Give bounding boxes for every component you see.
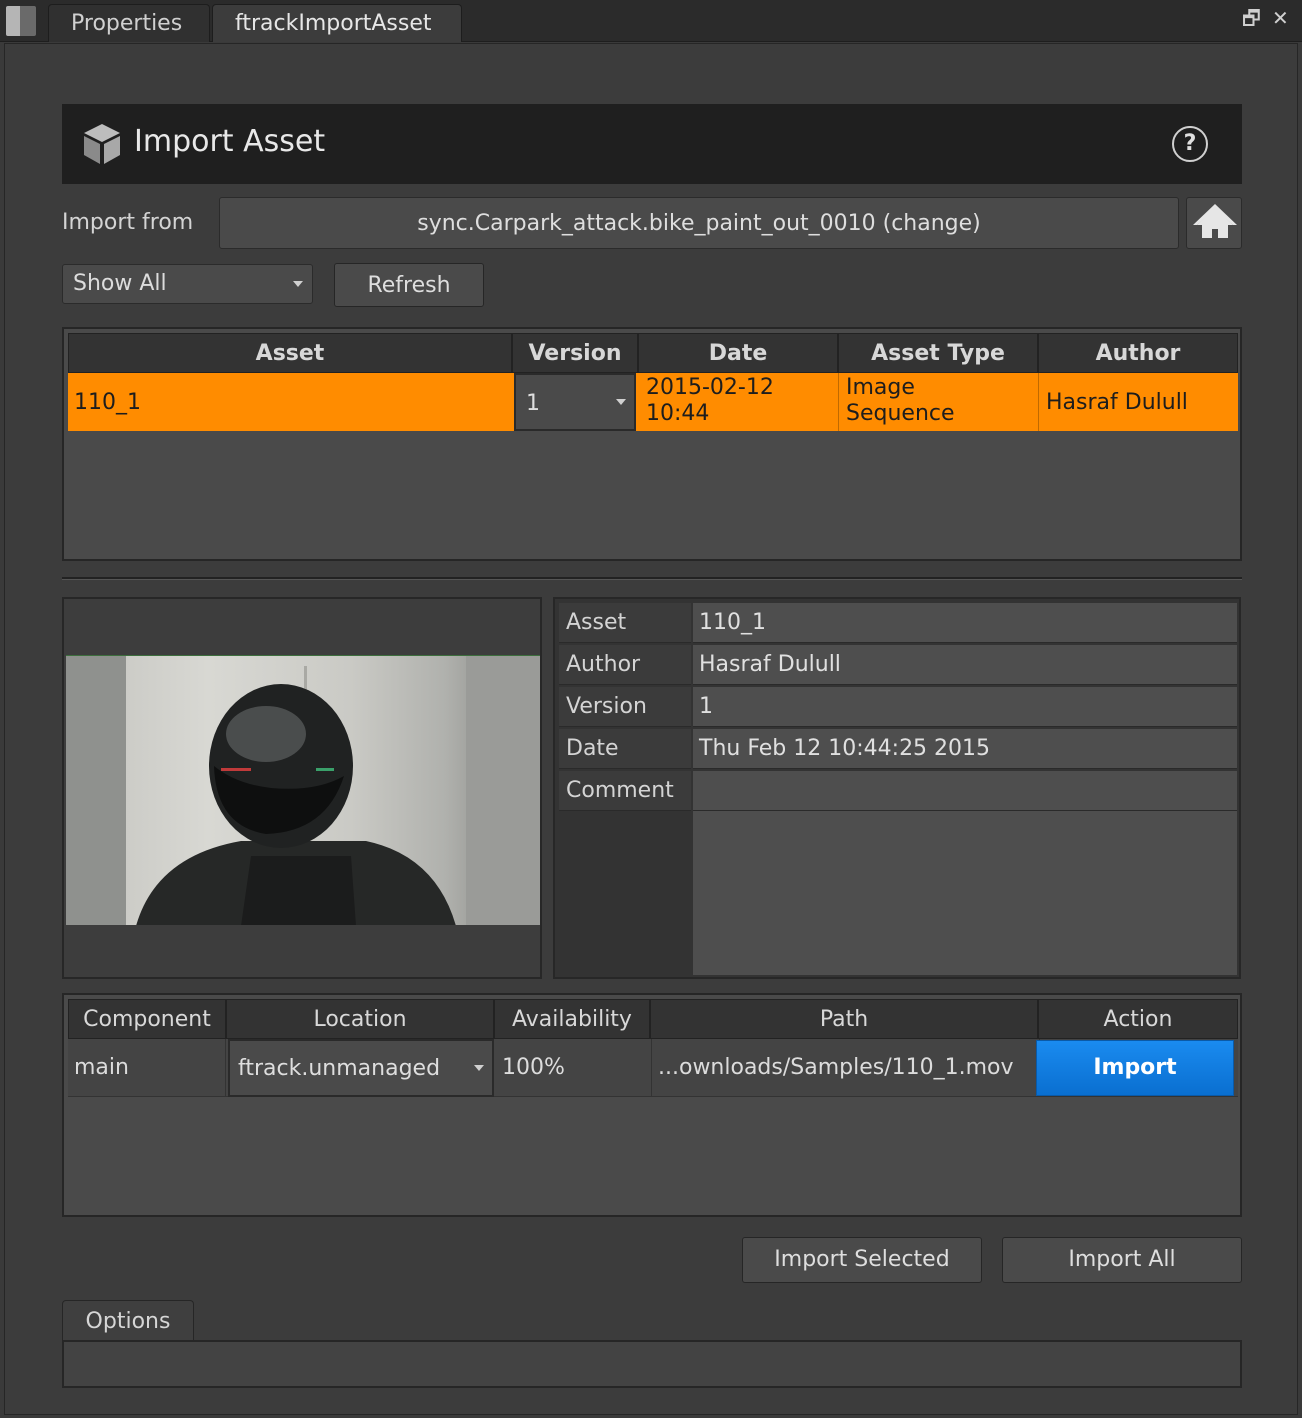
column-header-location[interactable]: Location	[226, 999, 494, 1039]
version-selected-value: 1	[526, 391, 540, 416]
column-header-asset[interactable]: Asset	[68, 333, 512, 373]
filter-selected-value: Show All	[73, 271, 167, 296]
component-name-cell: main	[68, 1039, 226, 1097]
tab-strip: Properties ftrackImportAsset 🗗 ✕	[0, 0, 1302, 42]
date-cell-line2: 10:44	[646, 401, 710, 426]
location-selected-value: ftrack.unmanaged	[238, 1056, 441, 1081]
column-header-path[interactable]: Path	[650, 999, 1038, 1039]
comment-text-area	[693, 811, 1237, 975]
close-icon[interactable]: ✕	[1272, 6, 1289, 30]
tab-properties[interactable]: Properties	[48, 4, 210, 42]
ftrack-logo-icon	[84, 124, 120, 164]
info-value-comment	[693, 771, 1237, 811]
thumbnail-preview-box	[62, 597, 542, 979]
home-button[interactable]	[1186, 197, 1242, 249]
cell-divider	[838, 373, 839, 431]
component-table: Component Location Availability Path Act…	[62, 993, 1242, 1217]
table-row[interactable]: 110_1 1 2015-02-12 10:44 Image Sequence …	[68, 373, 1238, 431]
column-header-author[interactable]: Author	[1038, 333, 1238, 373]
info-value-asset: 110_1	[693, 603, 1237, 643]
info-label-date: Date	[559, 729, 691, 769]
options-panel	[62, 1340, 1242, 1388]
path-cell: ...ownloads/Samples/110_1.mov	[652, 1039, 1040, 1097]
asset-table: Asset Version Date Asset Type Author 110…	[62, 327, 1242, 561]
column-header-version[interactable]: Version	[512, 333, 638, 373]
refresh-button[interactable]: Refresh	[334, 263, 484, 307]
float-window-icon[interactable]: 🗗	[1242, 6, 1261, 30]
asset-info-panel: Asset 110_1 Author Hasraf Dulull Version…	[553, 597, 1241, 979]
info-value-author: Hasraf Dulull	[693, 645, 1237, 685]
import-all-button[interactable]: Import All	[1002, 1237, 1242, 1283]
author-cell: Hasraf Dulull	[1046, 390, 1188, 415]
home-icon	[1193, 204, 1237, 238]
import-component-button[interactable]: Import	[1036, 1040, 1234, 1096]
tab-options[interactable]: Options	[62, 1300, 194, 1342]
help-icon[interactable]: ?	[1172, 126, 1208, 162]
tab-ftrack-import-asset[interactable]: ftrackImportAsset	[212, 4, 462, 42]
asset-filter-dropdown[interactable]: Show All	[62, 264, 313, 304]
info-label-asset: Asset	[559, 603, 691, 643]
column-header-availability[interactable]: Availability	[494, 999, 650, 1039]
availability-cell: 100%	[496, 1039, 652, 1097]
column-header-component[interactable]: Component	[68, 999, 226, 1039]
info-value-version: 1	[693, 687, 1237, 727]
page-title: Import Asset	[134, 124, 326, 159]
chevron-down-icon	[474, 1065, 484, 1071]
context-selector-button[interactable]: sync.Carpark_attack.bike_paint_out_0010 …	[219, 197, 1179, 249]
version-dropdown[interactable]: 1	[514, 373, 636, 431]
asset-thumbnail-image	[66, 655, 540, 925]
import-asset-header: Import Asset ?	[62, 104, 1242, 184]
date-cell-line1: 2015-02-12	[646, 375, 774, 400]
asset-name-cell: 110_1	[74, 390, 141, 415]
column-header-asset-type[interactable]: Asset Type	[838, 333, 1038, 373]
panel-grip-handle[interactable]	[6, 6, 36, 36]
chevron-down-icon	[616, 399, 626, 405]
info-value-date: Thu Feb 12 10:44:25 2015	[693, 729, 1237, 769]
info-label-version: Version	[559, 687, 691, 727]
section-divider	[62, 577, 1242, 580]
info-label-comment: Comment	[559, 771, 691, 811]
chevron-down-icon	[293, 281, 303, 287]
column-header-date[interactable]: Date	[638, 333, 838, 373]
asset-type-cell-line2: Sequence	[846, 401, 955, 426]
location-dropdown[interactable]: ftrack.unmanaged	[228, 1039, 494, 1097]
thumbnail-drawing	[66, 656, 540, 925]
import-selected-button[interactable]: Import Selected	[742, 1237, 982, 1283]
cell-divider	[1038, 373, 1039, 431]
info-label-author: Author	[559, 645, 691, 685]
asset-type-cell-line1: Image	[846, 375, 915, 400]
import-from-label: Import from	[62, 210, 194, 235]
column-header-action[interactable]: Action	[1038, 999, 1238, 1039]
